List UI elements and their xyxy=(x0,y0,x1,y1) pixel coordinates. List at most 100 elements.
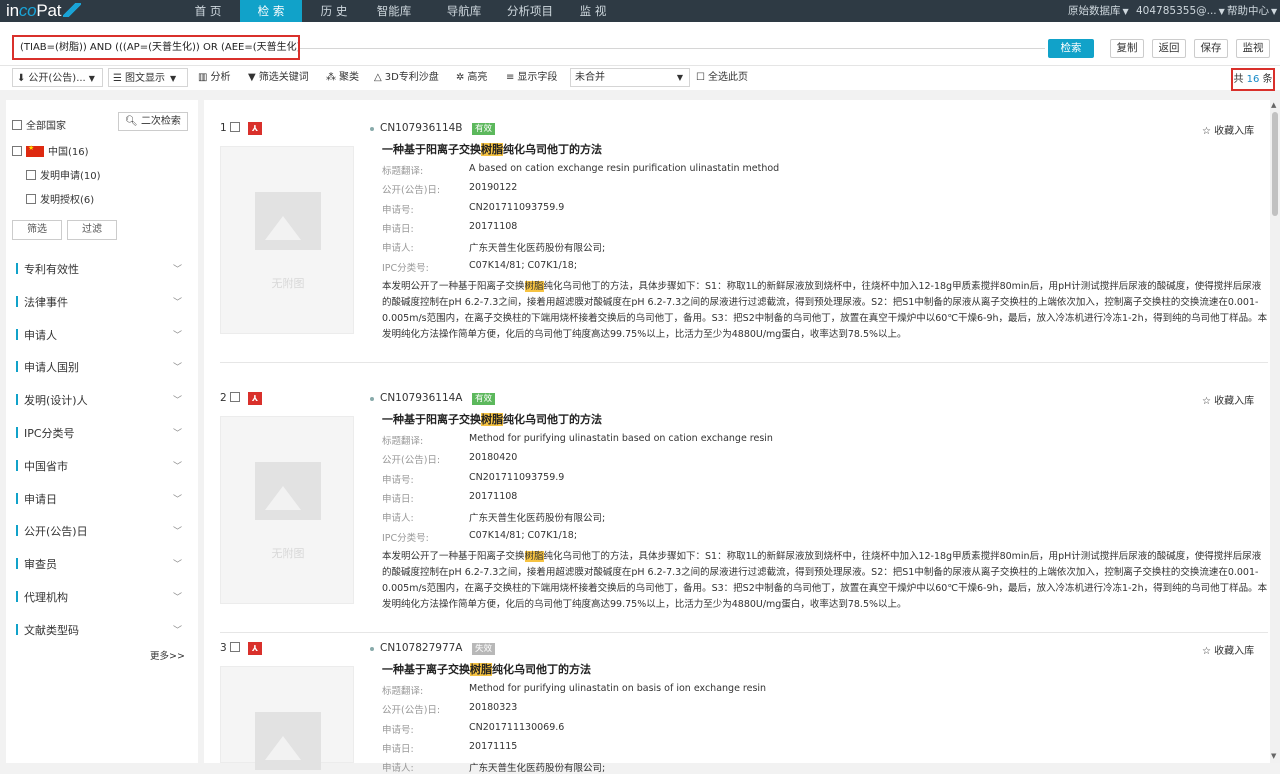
field-value-app-no[interactable]: CN201711093759.9 xyxy=(469,472,564,483)
add-to-favorites-button[interactable]: ☆ 收藏入库 xyxy=(1202,392,1254,407)
field-value-ipc: C07K14/81; C07K1/18; xyxy=(469,529,578,541)
patent-abstract: 本发明公开了一种基于阳离子交换树脂纯化乌司他丁的方法，具体步骤如下：S1：称取1… xyxy=(382,549,1268,613)
scroll-up-arrow-icon[interactable]: ▲ xyxy=(1271,101,1276,109)
field-value-pub-date: 20180420 xyxy=(469,452,518,464)
patent-thumbnail[interactable]: 无附图 xyxy=(220,146,354,334)
merge-select[interactable]: 未合并 ▼ xyxy=(570,68,690,87)
nav-monitor[interactable]: 监 视 xyxy=(568,0,618,22)
database-dropdown[interactable]: 原始数据库 ▼ xyxy=(1068,0,1129,22)
analyze-button[interactable]: ▥ 分析 xyxy=(198,68,230,87)
chevron-down-icon: ﹀ xyxy=(172,461,182,472)
fields-icon: ≡ xyxy=(506,72,515,83)
add-to-favorites-button[interactable]: ☆ 收藏入库 xyxy=(1202,642,1254,657)
facet-item[interactable]: 代理机构 ﹀ xyxy=(16,588,186,608)
facet-item[interactable]: IPC分类号 ﹀ xyxy=(16,424,186,444)
facet-item[interactable]: 中国省市 ﹀ xyxy=(16,457,186,477)
monitor-button[interactable]: 监视 xyxy=(1236,39,1270,58)
filter-button[interactable]: 筛选 xyxy=(12,220,62,240)
facet-item[interactable]: 专利有效性 ﹀ xyxy=(16,260,186,280)
invention-grant-checkbox[interactable]: 发明授权(6) xyxy=(26,191,94,206)
patent-number-link[interactable]: CN107936114A xyxy=(380,392,463,404)
checkbox-icon[interactable] xyxy=(230,392,241,402)
incopat-logo[interactable]: incoPat xyxy=(6,0,82,22)
highlight-button[interactable]: ✲ 高亮 xyxy=(456,68,487,87)
facet-label: 法律事件 xyxy=(24,295,68,309)
title-part: 一种基于离子交换 xyxy=(382,663,470,676)
select-all-page-button[interactable]: ☐ 全选此页 xyxy=(696,68,748,87)
field-value-applicant[interactable]: 广东天普生化医药股份有限公司; xyxy=(469,240,605,254)
3d-sandbox-button[interactable]: △ 3D专利沙盘 xyxy=(374,68,439,87)
view-mode-dropdown[interactable]: ☰ 图文显示 ▼ xyxy=(108,68,188,87)
facet-item[interactable]: 公开(公告)日 ﹀ xyxy=(16,522,186,542)
field-label: 申请人: xyxy=(382,243,414,255)
pdf-icon[interactable]: ⅄ xyxy=(248,642,262,655)
more-facets-link[interactable]: 更多>> xyxy=(150,648,185,662)
sort-label: 公开(公告)... xyxy=(28,73,86,84)
nav-search[interactable]: 检 索 xyxy=(240,0,302,22)
field-value-app-no[interactable]: CN201711130069.6 xyxy=(469,722,564,733)
record-number[interactable]: 2 xyxy=(220,392,244,404)
bullet-dot xyxy=(370,647,374,651)
nav-analysis-projects[interactable]: 分析项目 xyxy=(500,0,560,22)
patent-title-link[interactable]: 一种基于离子交换树脂纯化乌司他丁的方法 xyxy=(382,661,591,677)
facet-item[interactable]: 审查员 ﹀ xyxy=(16,555,186,575)
exclude-button[interactable]: 过滤 xyxy=(67,220,117,240)
pdf-icon[interactable]: ⅄ xyxy=(248,392,262,405)
all-countries-label: 全部国家 xyxy=(26,121,66,132)
checkbox-icon[interactable] xyxy=(230,122,241,132)
title-part: 纯化乌司他丁的方法 xyxy=(492,663,591,676)
facet-item[interactable]: 申请日 ﹀ xyxy=(16,490,186,510)
abstract-highlight: 树脂 xyxy=(524,281,544,292)
chevron-down-icon: ﹀ xyxy=(172,297,182,308)
facet-item[interactable]: 法律事件 ﹀ xyxy=(16,293,186,313)
nav-navigation-library[interactable]: 导航库 xyxy=(436,0,492,22)
record-number[interactable]: 1 xyxy=(220,122,244,134)
pdf-icon[interactable]: ⅄ xyxy=(248,122,262,135)
patent-number-link[interactable]: CN107936114B xyxy=(380,122,463,134)
scrollbar-thumb[interactable] xyxy=(1272,112,1278,216)
user-dropdown[interactable]: 404785355@... ▼ xyxy=(1136,0,1225,22)
record-number[interactable]: 3 xyxy=(220,642,244,654)
all-countries-checkbox[interactable]: 全部国家 xyxy=(12,117,66,132)
facet-item[interactable]: 申请人 ﹀ xyxy=(16,326,186,346)
save-button[interactable]: 保存 xyxy=(1194,39,1228,58)
patent-title-link[interactable]: 一种基于阳离子交换树脂纯化乌司他丁的方法 xyxy=(382,141,602,157)
chevron-down-icon: ▼ xyxy=(1122,7,1129,16)
cluster-button[interactable]: ⁂ 聚类 xyxy=(326,68,359,87)
chevron-down-icon: ▼ xyxy=(1271,7,1278,16)
chevron-down-icon: ▼ xyxy=(676,73,683,82)
second-search-button[interactable]: 🔍︎ 二次检索 xyxy=(118,112,188,131)
display-fields-button[interactable]: ≡ 显示字段 xyxy=(506,68,557,87)
copy-button[interactable]: 复制 xyxy=(1110,39,1144,58)
checkbox-icon xyxy=(12,120,22,130)
image-placeholder-icon xyxy=(255,462,321,520)
help-center-dropdown[interactable]: 帮助中心 ▼ xyxy=(1227,0,1277,22)
country-china-checkbox[interactable]: 中国(16) xyxy=(12,143,89,158)
add-to-favorites-button[interactable]: ☆ 收藏入库 xyxy=(1202,122,1254,137)
patent-number-link[interactable]: CN107827977A xyxy=(380,642,463,654)
patent-thumbnail[interactable] xyxy=(220,666,354,770)
facet-item[interactable]: 申请人国别 ﹀ xyxy=(16,358,186,378)
checkbox-icon xyxy=(12,146,22,156)
facet-item[interactable]: 发明(设计)人 ﹀ xyxy=(16,391,186,411)
search-button[interactable]: 检索 xyxy=(1048,39,1094,58)
facet-item[interactable]: 文献类型码 ﹀ xyxy=(16,621,186,641)
patent-thumbnail[interactable]: 无附图 xyxy=(220,416,354,604)
nav-home[interactable]: 首 页 xyxy=(180,0,236,22)
scroll-down-arrow-icon[interactable]: ▼ xyxy=(1271,752,1276,760)
field-value-app-no[interactable]: CN201711093759.9 xyxy=(469,202,564,213)
search-query-input[interactable]: (TIAB=(树脂)) AND (((AP=(天普生化)) OR (AEE=(天… xyxy=(12,35,300,60)
user-label: 404785355@... xyxy=(1136,5,1217,17)
back-button[interactable]: 返回 xyxy=(1152,39,1186,58)
patent-title-link[interactable]: 一种基于阳离子交换树脂纯化乌司他丁的方法 xyxy=(382,411,602,427)
field-value-applicant[interactable]: 广东天普生化医药股份有限公司; xyxy=(469,760,605,774)
nav-smart-library[interactable]: 智能库 xyxy=(366,0,422,22)
country-china-label: 中国(16) xyxy=(48,147,89,158)
sort-pub-date-dropdown[interactable]: ⬇ 公开(公告)... ▼ xyxy=(12,68,103,87)
filter-keywords-button[interactable]: ▼ 筛选关键词 xyxy=(248,68,309,87)
title-part: 一种基于阳离子交换 xyxy=(382,143,481,156)
field-value-applicant[interactable]: 广东天普生化医药股份有限公司; xyxy=(469,510,605,524)
invention-application-checkbox[interactable]: 发明申请(10) xyxy=(26,167,101,182)
checkbox-icon[interactable] xyxy=(230,642,241,652)
nav-history[interactable]: 历 史 xyxy=(306,0,362,22)
